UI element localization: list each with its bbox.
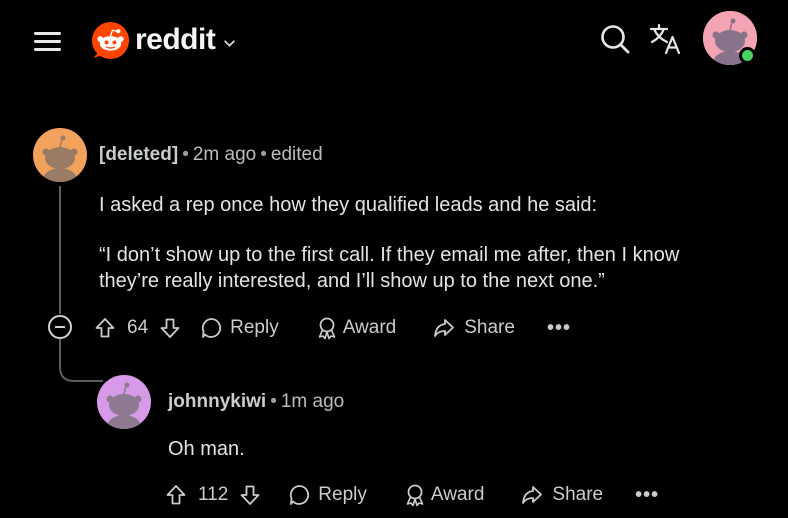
reply-icon (202, 318, 222, 338)
downvote-button[interactable] (158, 316, 182, 340)
award-icon (318, 317, 336, 340)
share-label: Share (464, 317, 515, 338)
reply-time: 1m ago (280, 391, 345, 412)
downvote-icon (160, 318, 180, 338)
top-bar: reddit (0, 0, 788, 82)
award-button[interactable]: Award (315, 316, 397, 340)
upvote-button[interactable] (93, 316, 117, 340)
downvote-button[interactable] (238, 483, 262, 507)
chevron-down-icon (224, 39, 236, 47)
reply-button[interactable]: Reply (200, 316, 279, 340)
reply-button[interactable]: Reply (288, 483, 367, 507)
reply-avatar[interactable] (97, 375, 151, 429)
vote-count: 112 (198, 484, 229, 505)
award-label: Award (430, 484, 485, 505)
user-avatar[interactable] (703, 11, 757, 65)
thread-connector (59, 339, 103, 382)
search-icon[interactable] (598, 22, 632, 56)
share-icon (434, 319, 455, 337)
downvote-icon (240, 485, 260, 505)
reply-icon (290, 485, 310, 505)
translate-icon[interactable] (648, 22, 682, 56)
online-status-dot (739, 47, 756, 64)
vote-count: 64 (127, 317, 149, 338)
more-options-button[interactable]: ••• (547, 317, 571, 340)
reply-actions: 112 Reply Award Share ••• (164, 480, 659, 510)
upvote-icon (166, 485, 186, 505)
comment-avatar[interactable] (33, 128, 87, 182)
more-options-button[interactable]: ••• (635, 484, 659, 507)
share-label: Share (552, 484, 604, 505)
comment-time: 2m ago (192, 144, 257, 165)
comment-actions: 64 Reply Award Share ••• (93, 313, 571, 343)
collapse-thread-button[interactable] (48, 315, 72, 339)
reply-label: Reply (318, 484, 367, 505)
menu-icon[interactable] (34, 29, 62, 53)
reddit-snoo-icon (91, 21, 130, 59)
upvote-button[interactable] (164, 483, 188, 507)
reddit-wordmark: reddit (135, 23, 216, 56)
share-button[interactable]: Share (432, 316, 515, 340)
award-icon (406, 484, 424, 507)
snoo-avatar-icon (33, 128, 87, 182)
reply-body: Oh man. (168, 438, 245, 460)
comment-text-line: I asked a rep once how they qualified le… (99, 194, 598, 216)
share-button[interactable]: Share (520, 483, 603, 507)
upvote-icon (95, 318, 115, 338)
comment-text-line: they’re really interested, and I’ll show… (99, 270, 605, 292)
reddit-logo[interactable]: reddit (91, 20, 236, 60)
comment-meta: [deleted] • 2m ago • edited (99, 144, 323, 165)
comment-author[interactable]: [deleted] (99, 144, 178, 165)
reply-author[interactable]: johnnykiwi (168, 391, 266, 412)
reply-label: Reply (230, 317, 279, 338)
reply-meta: johnnykiwi • 1m ago (168, 391, 345, 412)
thread-line (59, 186, 61, 314)
edited-label: edited (270, 144, 323, 165)
share-icon (522, 486, 543, 504)
comment-body: I asked a rep once how they qualified le… (99, 192, 759, 294)
award-label: Award (342, 317, 397, 338)
comment-text-line: “I don’t show up to the first call. If t… (99, 244, 680, 266)
award-button[interactable]: Award (403, 483, 485, 507)
snoo-avatar-icon (97, 375, 151, 429)
